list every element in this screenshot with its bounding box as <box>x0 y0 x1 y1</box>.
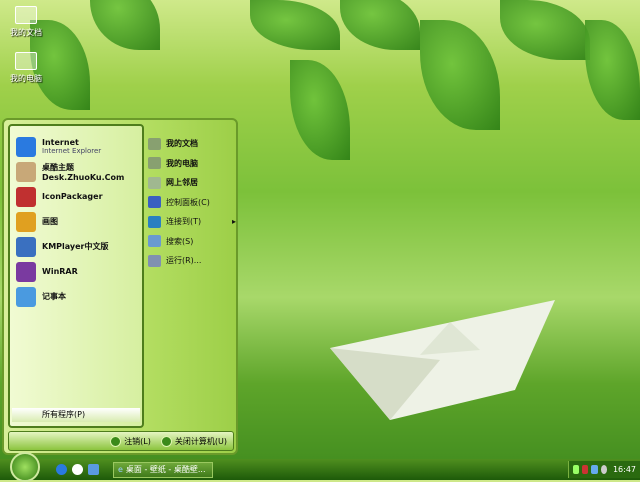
leaf-decoration <box>290 60 350 160</box>
program-icon <box>16 161 36 182</box>
place-label: 搜索(S) <box>166 236 194 246</box>
place-icon <box>148 215 161 228</box>
place-label: 我的文档 <box>166 139 198 149</box>
place-item[interactable]: 运行(R)... <box>148 251 236 271</box>
place-icon <box>148 254 161 267</box>
places-pane: 我的文档我的电脑网上邻居控制面板(C) 连接到(T) ▸ 搜索(S) 运行(R)... <box>148 134 236 271</box>
program-label: IconPackager <box>42 192 103 201</box>
logoff-icon <box>110 435 122 447</box>
power-bar: 注销(L) 关闭计算机(U) <box>8 431 234 451</box>
program-icon <box>16 286 36 307</box>
shutdown-button[interactable]: 关闭计算机(U) <box>160 435 227 447</box>
leaf-decoration <box>250 0 340 50</box>
place-item[interactable]: 搜索(S) <box>148 232 236 252</box>
place-label: 我的电脑 <box>166 158 198 168</box>
program-label: 记事本 <box>42 292 66 301</box>
start-menu: Internet Internet Explorer 桌酷主题Desk.ZhuoKu… <box>2 118 238 455</box>
place-icon <box>148 235 161 248</box>
leaf-decoration <box>585 20 640 120</box>
place-item[interactable]: 我的电脑 <box>148 154 236 174</box>
paper-boat <box>330 300 555 420</box>
taskbar-task-button[interactable]: e 桌面 - 壁纸 - 桌酷壁... <box>113 461 213 478</box>
folder-icon <box>15 6 37 24</box>
all-programs-button[interactable]: 所有程序(P) <box>12 408 140 422</box>
volume-icon[interactable] <box>600 465 607 474</box>
program-sublabel: Internet Explorer <box>42 147 102 155</box>
start-button[interactable] <box>10 451 40 482</box>
program-icon <box>16 136 36 157</box>
program-label: 画图 <box>42 217 58 226</box>
place-item[interactable]: 连接到(T) ▸ <box>148 212 236 232</box>
place-icon <box>148 157 161 170</box>
program-label: WinRAR <box>42 267 78 276</box>
program-icon <box>16 186 36 207</box>
program-item[interactable]: Internet Internet Explorer <box>10 134 142 159</box>
program-item[interactable]: 记事本 <box>10 284 142 309</box>
place-item[interactable]: 我的文档 <box>148 134 236 154</box>
program-item[interactable]: KMPlayer中文版 <box>10 234 142 259</box>
place-label: 运行(R)... <box>166 256 202 266</box>
program-label: 桌酷主题Desk.ZhuoKu.Com <box>42 162 125 182</box>
place-icon <box>148 137 161 150</box>
power-icon <box>160 435 172 447</box>
program-icon <box>16 211 36 232</box>
program-item[interactable]: IconPackager <box>10 184 142 209</box>
leaf-decoration <box>500 0 590 60</box>
program-label: Internet <box>42 138 79 147</box>
desktop-quicklaunch-icon[interactable] <box>88 464 99 475</box>
program-label: KMPlayer中文版 <box>42 242 109 251</box>
clock[interactable]: 16:47 <box>613 465 636 474</box>
network-icon[interactable] <box>591 465 598 474</box>
leaf-decoration <box>420 20 500 130</box>
place-item[interactable]: 网上邻居 <box>148 173 236 193</box>
users-icon[interactable] <box>582 465 589 474</box>
leaf-decoration <box>340 0 420 50</box>
place-icon <box>148 176 161 189</box>
program-item[interactable]: WinRAR <box>10 259 142 284</box>
program-item[interactable]: 桌酷主题Desk.ZhuoKu.Com <box>10 159 142 184</box>
ie-quicklaunch-icon[interactable] <box>56 464 67 475</box>
place-label: 网上邻居 <box>166 178 198 188</box>
place-icon <box>148 196 161 209</box>
submenu-arrow-icon: ▸ <box>231 217 236 227</box>
taskbar: e 桌面 - 壁纸 - 桌酷壁... 16:47 <box>0 451 640 482</box>
ie-icon: e <box>118 465 123 474</box>
program-icon <box>16 261 36 282</box>
desktop-icon-my-computer[interactable]: 我的电脑 <box>4 52 48 84</box>
computer-icon <box>15 52 37 70</box>
system-tray: 16:47 <box>568 461 640 478</box>
leaf-decoration <box>90 0 160 50</box>
media-quicklaunch-icon[interactable] <box>72 464 83 475</box>
program-item[interactable]: 画图 <box>10 209 142 234</box>
plus-icon[interactable] <box>573 465 580 474</box>
desktop-icon-my-documents[interactable]: 我的文档 <box>4 6 48 38</box>
program-icon <box>16 236 36 257</box>
place-label: 连接到(T) <box>166 217 202 227</box>
logoff-button[interactable]: 注销(L) <box>110 435 151 447</box>
place-item[interactable]: 控制面板(C) <box>148 193 236 213</box>
programs-pane: Internet Internet Explorer 桌酷主题Desk.ZhuoKu… <box>8 124 144 428</box>
place-label: 控制面板(C) <box>166 197 210 207</box>
